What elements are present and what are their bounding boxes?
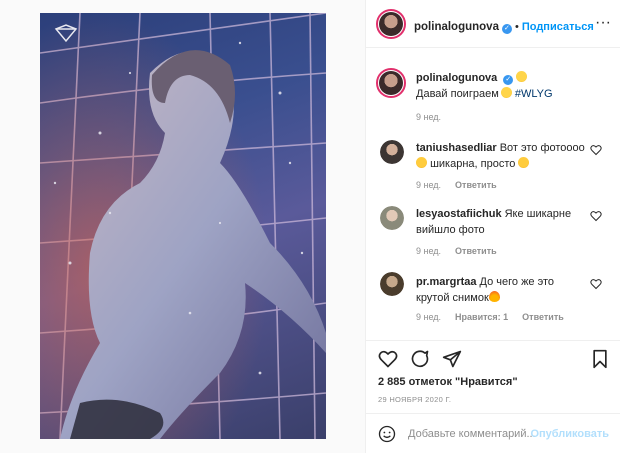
post-side-panel: polinalogunova ✓ • Подписаться ··· polinalo… xyxy=(365,0,620,453)
heart-eyes-icon xyxy=(518,157,530,168)
comment-text: pr.margrtaa До чего же это крутой снимок xyxy=(416,274,586,306)
share-paper-plane-icon[interactable] xyxy=(442,349,462,369)
comment-likes-count[interactable]: Нравится: 1 xyxy=(455,312,508,322)
comment-meta: 9 нед. Ответить xyxy=(416,180,511,190)
comment-item: pr.margrtaa До чего же это крутой снимок … xyxy=(376,272,616,332)
add-comment-bar: Добавьте комментарий... Опубликовать xyxy=(366,413,620,453)
commenter-username[interactable]: pr.margrtaa xyxy=(416,276,477,288)
more-options-icon[interactable]: ··· xyxy=(595,14,611,32)
comment-text: taniushasedliar Вот это фотоооо шикарна, … xyxy=(416,140,586,172)
comment-time[interactable]: 9 нед. xyxy=(416,312,441,322)
comment-item: lesyaostafiichuk Яке шикарне вийшло фото … xyxy=(376,204,616,264)
commenter-avatar[interactable] xyxy=(380,206,404,230)
save-bookmark-icon[interactable] xyxy=(591,349,609,369)
header-line: polinalogunova ✓ • Подписаться xyxy=(414,17,594,35)
comment-time[interactable]: 9 нед. xyxy=(416,246,441,256)
comment-text: lesyaostafiichuk Яке шикарне вийшло фото xyxy=(416,206,586,238)
comment-body-line2: крутой снимок xyxy=(416,292,489,304)
caption-username[interactable]: polinalogunova xyxy=(416,72,497,84)
commenter-avatar[interactable] xyxy=(380,272,404,296)
comment-body-line1: Вот это фотоооо xyxy=(499,142,585,154)
publish-button[interactable]: Опубликовать xyxy=(530,428,609,440)
reply-button[interactable]: Ответить xyxy=(522,312,564,322)
comment-input[interactable]: Добавьте комментарий... xyxy=(408,428,536,440)
grinning-face-icon xyxy=(516,71,528,82)
separator-dot: • xyxy=(514,21,519,33)
comment-meta: 9 нед. Ответить xyxy=(416,246,511,256)
like-comment-heart-icon[interactable] xyxy=(590,144,602,156)
commenter-username[interactable]: taniushasedliar xyxy=(416,142,497,154)
caption-meta: 9 нед. xyxy=(416,112,455,122)
caption-body: Давай поиграем xyxy=(416,88,499,100)
verified-badge-icon: ✓ xyxy=(501,24,512,34)
comment-item: taniushasedliar Вот это фотоооо шикарна, … xyxy=(376,138,616,198)
author-avatar[interactable] xyxy=(376,9,406,39)
grinning-face-icon xyxy=(500,87,512,98)
heart-eyes-icon xyxy=(416,157,427,168)
post-photo[interactable] xyxy=(40,13,326,439)
hashtag-link[interactable]: #WLYG xyxy=(515,88,553,100)
caption-time[interactable]: 9 нед. xyxy=(416,112,441,122)
comment-body-line1: Яке шикарне xyxy=(504,208,572,220)
caption-text: polinalogunova ✓ Давай поиграем #WLYG xyxy=(416,70,586,102)
caption-avatar[interactable] xyxy=(376,68,406,98)
follow-button[interactable]: Подписаться xyxy=(522,21,594,33)
reply-button[interactable]: Ответить xyxy=(455,180,497,190)
reply-button[interactable]: Ответить xyxy=(455,246,497,256)
comment-body-line1: До чего же это xyxy=(479,276,555,288)
comment-bubble-icon[interactable] xyxy=(410,349,430,369)
comment-body-line2: шикарна, просто xyxy=(430,158,516,170)
instagram-post-modal: polinalogunova ✓ • Подписаться ··· polinalo… xyxy=(0,0,620,453)
photo-illustration xyxy=(40,13,326,439)
comment-time[interactable]: 9 нед. xyxy=(416,180,441,190)
caption-item: polinalogunova ✓ Давай поиграем #WLYG 9 н… xyxy=(376,68,616,132)
like-comment-heart-icon[interactable] xyxy=(590,210,602,222)
commenter-avatar[interactable] xyxy=(380,140,404,164)
fire-icon xyxy=(488,291,500,302)
comment-body-line2: вийшло фото xyxy=(416,224,485,236)
likes-count[interactable]: 2 885 отметок "Нравится" xyxy=(378,376,518,388)
comments-list: polinalogunova ✓ Давай поиграем #WLYG 9 н… xyxy=(366,48,620,340)
verified-badge-icon: ✓ xyxy=(503,75,514,85)
post-date[interactable]: 29 НОЯБРЯ 2020 Г. xyxy=(378,395,451,404)
author-username[interactable]: polinalogunova xyxy=(414,21,499,33)
like-heart-icon[interactable] xyxy=(378,349,398,369)
post-header: polinalogunova ✓ • Подписаться ··· xyxy=(366,0,620,48)
action-bar xyxy=(366,340,620,376)
commenter-username[interactable]: lesyaostafiichuk xyxy=(416,208,502,220)
emoji-picker-icon[interactable] xyxy=(378,425,396,443)
comment-meta: 9 нед. Нравится: 1 Ответить xyxy=(416,312,578,322)
like-comment-heart-icon[interactable] xyxy=(590,278,602,290)
